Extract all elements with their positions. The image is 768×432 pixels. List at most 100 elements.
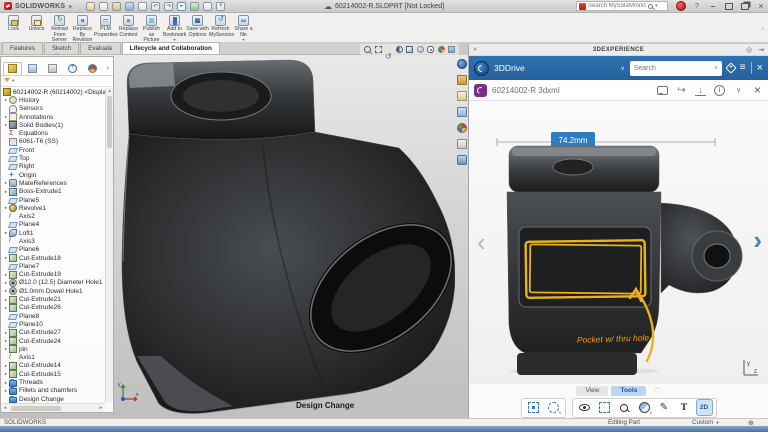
tree-item[interactable]: ▸ Top: [3, 154, 113, 163]
toolbar-button[interactable]: Lock ▾: [2, 14, 25, 37]
tab-displaymanager[interactable]: [83, 62, 102, 75]
scroll-thumb[interactable]: [11, 405, 61, 411]
chevron-down-icon[interactable]: [733, 85, 744, 96]
hide-show-icon[interactable]: [427, 46, 434, 53]
tree-item[interactable]: ▸ Cut-Extrude15: [3, 370, 113, 379]
tree-item[interactable]: ▸ Plane7: [3, 262, 113, 270]
toolbar-button[interactable]: Replace Content ▾: [117, 14, 140, 42]
menu-caret-icon[interactable]: ▾: [232, 38, 255, 42]
tree-item[interactable]: ▸ Cut-Extrude18: [3, 254, 113, 263]
tree-item[interactable]: ▸ pin: [3, 345, 113, 354]
zoom-area-icon[interactable]: ∨: [617, 400, 632, 415]
custom-properties-icon[interactable]: [456, 139, 467, 149]
command-tab[interactable]: Sketch: [43, 42, 80, 54]
restore-icon[interactable]: [724, 1, 734, 11]
tree-item[interactable]: ▸ Boss-Extrude1: [3, 187, 113, 196]
search-icon[interactable]: [648, 3, 653, 9]
display-style-icon[interactable]: [416, 46, 424, 53]
tree-item[interactable]: ▸ Axis3: [3, 237, 113, 245]
tab-dimxpertmanager[interactable]: [63, 62, 82, 75]
tree-item[interactable]: ▸ Equations: [3, 129, 113, 137]
design-library-icon[interactable]: [456, 75, 467, 85]
tree-item[interactable]: ▸ Plane4: [3, 221, 113, 229]
panes-icon[interactable]: [740, 1, 750, 11]
hide-show-icon[interactable]: ∨: [577, 400, 592, 415]
panel-close-icon[interactable]: ×: [757, 62, 763, 74]
scene-icon[interactable]: [448, 46, 455, 53]
toolbar-button[interactable]: Add to Bookmark ▾: [163, 14, 186, 42]
collapse-ribbon-icon[interactable]: ˆ: [762, 29, 764, 36]
tree-item[interactable]: ▸ Origin: [3, 171, 113, 179]
share-icon[interactable]: [676, 85, 687, 96]
tree-item[interactable]: ▸ Loft1: [3, 229, 113, 238]
search-caret-icon[interactable]: ∨: [714, 65, 718, 71]
tree-vertical-scrollbar[interactable]: ▴: [105, 88, 113, 403]
status-config[interactable]: Custom ▾: [692, 419, 719, 426]
zoom-fit-icon[interactable]: [364, 46, 371, 53]
toolbar-button[interactable]: Save with Options ▾: [186, 14, 209, 42]
tree-item[interactable]: ▸ Axis2: [3, 212, 113, 220]
2d-mode-icon[interactable]: ∨: [696, 400, 712, 415]
fit-view-icon[interactable]: ∨: [597, 400, 612, 415]
previous-page-icon[interactable]: ‹: [477, 229, 486, 255]
hamburger-menu-icon[interactable]: ≡: [740, 63, 746, 73]
tree-item[interactable]: ▸ Plane5: [3, 196, 113, 204]
appearances-icon[interactable]: [456, 123, 467, 133]
toolbar-button[interactable]: Unlock ▾: [25, 14, 48, 37]
toolbar-button[interactable]: PLM Properties ▾: [94, 14, 118, 42]
forum-icon[interactable]: [456, 155, 467, 165]
view-orientation-icon[interactable]: [406, 46, 413, 53]
filter-caret-icon[interactable]: ▾: [12, 78, 14, 84]
tree-item[interactable]: ▸ Cut-Extrude24: [3, 337, 113, 346]
preview-tab[interactable]: View: [576, 385, 609, 396]
panel-search[interactable]: ∨: [629, 60, 722, 76]
close-icon[interactable]: [756, 1, 766, 11]
zoom-area-icon[interactable]: [374, 46, 382, 53]
3dexperience-icon[interactable]: [456, 59, 467, 69]
tree-item[interactable]: ▸ Ø1.0mm Dowel Hole1: [3, 287, 113, 296]
tree-item[interactable]: ▸ Cut-Extrude21: [3, 295, 113, 304]
tree-item[interactable]: ▸ Ø12.0 (12.5) Diameter Hole1: [3, 278, 113, 287]
print-icon[interactable]: [138, 1, 148, 11]
undo-icon[interactable]: [151, 1, 161, 11]
rebuild-icon[interactable]: [190, 1, 200, 11]
draw-icon[interactable]: ∨: [657, 400, 672, 415]
scroll-left-icon[interactable]: ◂: [1, 405, 9, 411]
tree-item[interactable]: ▸ Plane8: [3, 312, 113, 320]
tree-item[interactable]: ▸ Revolve1: [3, 204, 113, 213]
file-properties-icon[interactable]: [203, 1, 213, 11]
previous-view-icon[interactable]: [385, 46, 392, 53]
file-explorer-icon[interactable]: [456, 91, 467, 101]
3dcompass-icon[interactable]: [474, 60, 489, 76]
tree-item[interactable]: ▸ History: [3, 96, 113, 105]
tree-horizontal-scrollbar[interactable]: ◂ ▸: [1, 403, 105, 412]
tree-item[interactable]: ▸ Plane10: [3, 320, 113, 328]
command-tab[interactable]: Lifecycle and Collaboration: [121, 42, 220, 54]
info-icon[interactable]: [714, 85, 725, 96]
tree-item[interactable]: ▸ Cut-Extrude19: [3, 270, 113, 279]
expand-panel-icon[interactable]: »: [473, 46, 477, 53]
section-view-icon[interactable]: [395, 46, 403, 53]
preview-tab[interactable]: Tools: [611, 385, 647, 396]
close-icon[interactable]: [752, 85, 763, 96]
menu-expand-icon[interactable]: ▸: [69, 3, 72, 10]
tree-item[interactable]: ▸ MateReferences: [3, 179, 113, 188]
tree-item[interactable]: ▸ Plane6: [3, 246, 113, 254]
select-icon[interactable]: [177, 1, 187, 11]
tree-item[interactable]: ▸ Annotations: [3, 113, 113, 122]
tag-icon[interactable]: [725, 62, 737, 74]
tree-filter[interactable]: ▾: [1, 76, 113, 87]
toolbar-button[interactable]: Share a file ▾: [232, 14, 255, 42]
edit-appearance-icon[interactable]: [437, 46, 445, 53]
text-annotation-icon[interactable]: ∨: [677, 400, 692, 415]
favorite-icon[interactable]: ♡: [653, 386, 660, 395]
tree-item[interactable]: ▸ Cut-Extrude14: [3, 361, 113, 370]
lasso-select-icon[interactable]: ∨: [546, 400, 562, 415]
tab-featuremanager[interactable]: [3, 61, 22, 75]
model-3d[interactable]: [113, 56, 455, 418]
tab-configurationmanager[interactable]: [43, 62, 62, 75]
preview-viewport[interactable]: ‹ › 74.2mm Pocket w/ thru hole y z: [469, 101, 768, 384]
save-icon[interactable]: [125, 1, 135, 11]
toolbar-button[interactable]: Refresh MySession ▾: [209, 14, 234, 42]
user-icon[interactable]: [676, 1, 686, 11]
